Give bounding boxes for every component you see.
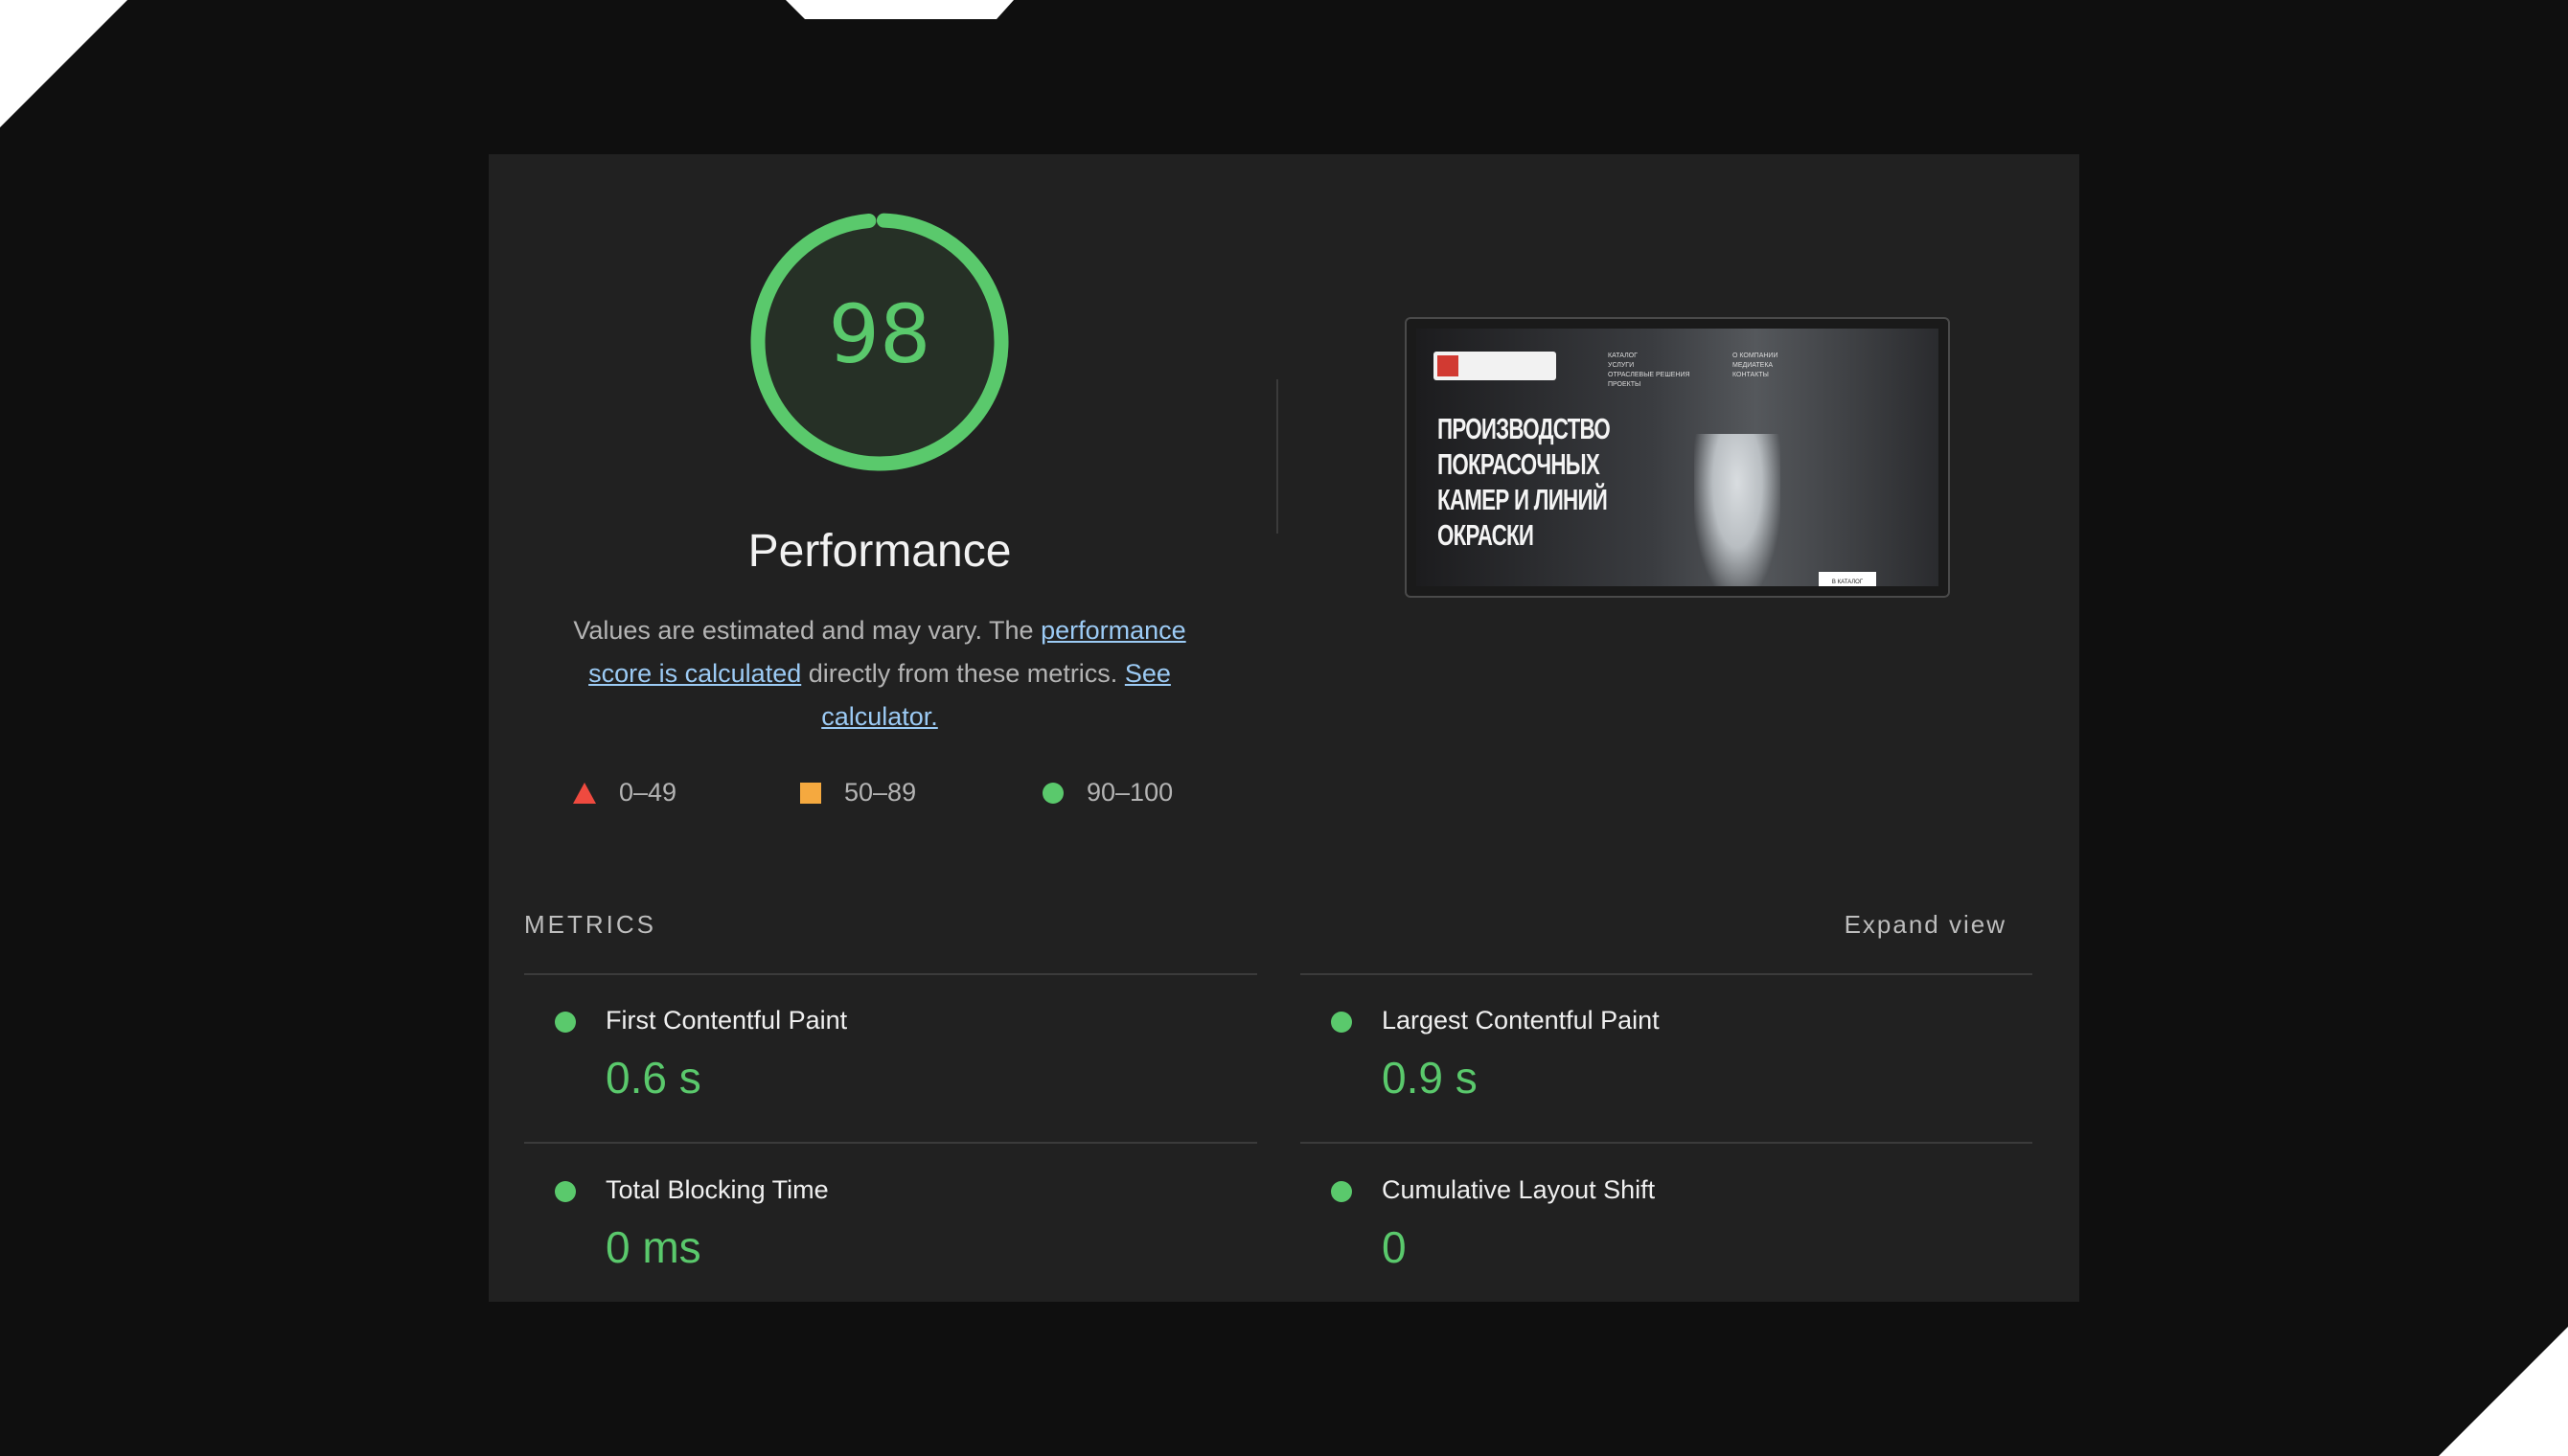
metric-value: 0.6 s: [606, 1053, 701, 1103]
hero-line: ОКРАСКИ: [1437, 518, 1534, 552]
triangle-icon: [573, 782, 596, 804]
performance-score: 98: [828, 287, 931, 381]
nav-item: УСЛУГИ: [1608, 362, 1635, 369]
metric-value: 0 ms: [606, 1222, 701, 1272]
vertical-divider: [1276, 379, 1278, 534]
divider: [524, 1142, 1257, 1144]
nav-item: КОНТАКТЫ: [1732, 372, 1769, 378]
legend-fail: 0–49: [573, 778, 676, 808]
final-screenshot[interactable]: КАТАЛОГ УСЛУГИ ОТРАСЛЕВЫЕ РЕШЕНИЯ ПРОЕКТ…: [1405, 317, 1950, 598]
pass-circle-icon: [555, 1012, 576, 1033]
legend-label: 0–49: [619, 778, 677, 807]
hero-heading: ПРОИЗВОДСТВО ПОКРАСОЧНЫХ КАМЕР И ЛИНИЙ О…: [1437, 411, 1611, 553]
metrics-heading: METRICS: [524, 910, 656, 939]
hero-line: ПРОИЗВОДСТВО: [1437, 412, 1611, 445]
nav-item: О КОМПАНИИ: [1732, 353, 1778, 359]
catalog-button: В КАТАЛОГ: [1819, 572, 1876, 586]
metric-value: 0.9 s: [1382, 1053, 1478, 1103]
site-nav: О КОМПАНИИ МЕДИАТЕКА КОНТАКТЫ: [1732, 352, 1777, 380]
site-nav: КАТАЛОГ УСЛУГИ ОТРАСЛЕВЫЕ РЕШЕНИЯ ПРОЕКТ…: [1608, 352, 1690, 390]
desc-text: directly from these metrics.: [801, 659, 1125, 688]
screenshot-image: КАТАЛОГ УСЛУГИ ОТРАСЛЕВЫЕ РЕШЕНИЯ ПРОЕКТ…: [1416, 329, 1938, 586]
metric-title: First Contentful Paint: [606, 1006, 848, 1035]
pass-circle-icon: [1331, 1012, 1352, 1033]
score-description: Values are estimated and may vary. The p…: [544, 609, 1215, 739]
hero-line: КАМЕР И ЛИНИЙ: [1437, 483, 1608, 516]
legend-label: 90–100: [1087, 778, 1174, 807]
circle-icon: [1043, 782, 1064, 804]
legend-pass: 90–100: [1043, 778, 1173, 808]
site-logo: [1433, 352, 1556, 380]
metric-title: Total Blocking Time: [606, 1175, 829, 1204]
legend-label: 50–89: [844, 778, 917, 807]
metric-title: Largest Contentful Paint: [1382, 1006, 1660, 1035]
worker-figure: [1694, 434, 1780, 586]
expand-view-button[interactable]: Expand view: [1801, 910, 2006, 940]
nav-item: КАТАЛОГ: [1608, 353, 1638, 359]
legend-average: 50–89: [800, 778, 916, 808]
nav-item: ПРОЕКТЫ: [1608, 381, 1641, 388]
nav-item: МЕДИАТЕКА: [1732, 362, 1774, 369]
pass-circle-icon: [1331, 1181, 1352, 1202]
nav-item: ОТРАСЛЕВЫЕ РЕШЕНИЯ: [1608, 372, 1690, 378]
metric-value: 0: [1382, 1222, 1407, 1272]
hero-line: ПОКРАСОЧНЫХ: [1437, 447, 1600, 481]
metric-title: Cumulative Layout Shift: [1382, 1175, 1656, 1204]
category-title: Performance: [747, 526, 1012, 577]
divider: [524, 973, 1257, 975]
square-icon: [800, 782, 821, 804]
pass-circle-icon: [555, 1181, 576, 1202]
divider: [1300, 1142, 2032, 1144]
desc-text: Values are estimated and may vary. The: [573, 616, 1042, 645]
divider: [1300, 973, 2032, 975]
